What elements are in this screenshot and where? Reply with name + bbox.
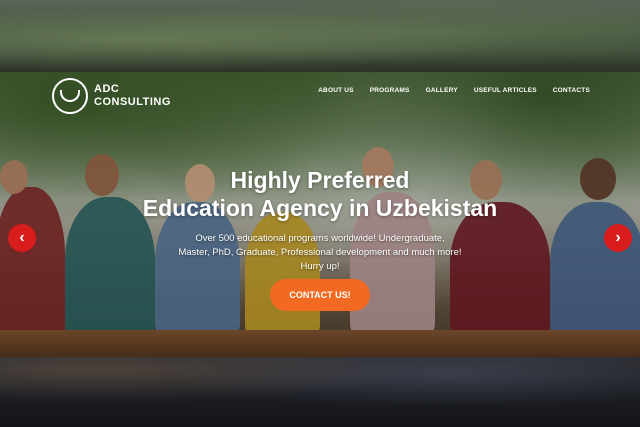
chevron-right-icon: › xyxy=(615,229,621,246)
site-logo[interactable]: ADC CONSULTING xyxy=(52,78,171,114)
adc-consulting-logo-icon xyxy=(52,78,88,114)
logo-text: ADC CONSULTING xyxy=(94,83,171,109)
hero-subtext: Over 500 educational programs worldwide!… xyxy=(170,232,470,274)
nav-useful-articles[interactable]: USEFUL ARTICLES xyxy=(474,87,537,94)
nav-about-us[interactable]: ABOUT US xyxy=(318,87,354,94)
carousel-next-button[interactable]: › xyxy=(604,224,632,252)
carousel-prev-button[interactable]: ‹ xyxy=(8,224,36,252)
logo-line2: CONSULTING xyxy=(94,96,171,108)
hero-subtext-line1: Over 500 educational programs worldwide!… xyxy=(195,233,445,244)
blurred-background-top xyxy=(0,0,640,72)
hero-headline-line1: Highly Preferred xyxy=(230,167,410,193)
main-navigation: ABOUT US PROGRAMS GALLERY USEFUL ARTICLE… xyxy=(318,87,590,94)
blurred-background-bottom xyxy=(0,357,640,427)
hero-banner: ADC CONSULTING ABOUT US PROGRAMS GALLERY… xyxy=(0,72,640,357)
hero-headline-line2: Education Agency in Uzbekistan xyxy=(142,195,498,221)
logo-line1: ADC xyxy=(94,83,120,95)
nav-contacts[interactable]: CONTACTS xyxy=(553,87,590,94)
hero-subtext-line2: Master, PhD, Graduate, Professional deve… xyxy=(178,247,462,272)
nav-gallery[interactable]: GALLERY xyxy=(426,87,458,94)
contact-us-button[interactable]: CONTACT US! xyxy=(270,279,370,311)
chevron-left-icon: ‹ xyxy=(19,229,25,246)
nav-programs[interactable]: PROGRAMS xyxy=(370,87,410,94)
